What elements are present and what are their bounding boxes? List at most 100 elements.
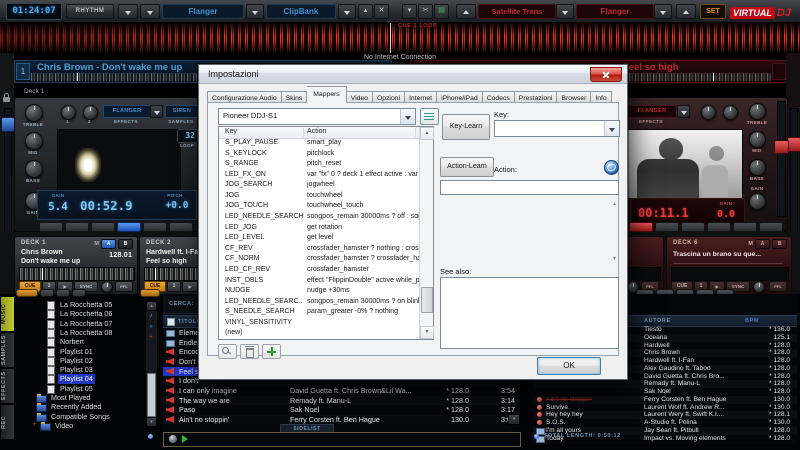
hotcue-button[interactable] [655, 222, 679, 232]
action-learn-button[interactable]: Action-Learn [440, 157, 494, 177]
speaker-icon[interactable]: ♪ [146, 312, 156, 320]
tree-item-playlist-02[interactable]: Playlist 02 [14, 356, 144, 365]
mid-knob[interactable] [749, 131, 766, 148]
automix-row[interactable]: Ain't no stoppin'Ferry Corsten ft. Ben H… [533, 396, 797, 404]
mapping-row[interactable]: LED_NEEDLE_SEARC...songpos_remain 30000m… [219, 297, 420, 308]
effect-select[interactable]: FLANGER [627, 105, 677, 118]
tree-item-la-rocchetta-06[interactable]: La Rocchetta 06 [14, 309, 144, 318]
assign-a-button[interactable]: A [755, 239, 770, 249]
mapping-row[interactable]: NUDGEnudge +30ms [219, 286, 420, 297]
pitch-fader-handle[interactable] [774, 140, 789, 154]
track-row[interactable]: PasoSak Noel* 128.03:17 [163, 405, 520, 415]
fx-knob-1[interactable] [61, 105, 76, 120]
close-icon[interactable] [590, 67, 622, 82]
mapping-row[interactable]: LED_FX_ONvar "fx" 0 ? deck 1 effect acti… [219, 170, 420, 181]
tree-item-compatible-songs[interactable]: Compatible Songs [14, 412, 144, 421]
window-shade-icon[interactable]: ▴ [358, 4, 373, 19]
key-combo[interactable] [494, 120, 620, 137]
tree-item-playlist-05[interactable]: Playlist 05 [14, 384, 144, 393]
hotcue-button[interactable] [759, 222, 783, 232]
key-column-header[interactable]: Key [225, 128, 237, 135]
mapping-row[interactable]: S_PLAY_PAUSEsmart_play [219, 138, 420, 149]
mini-deck-1[interactable]: DECK 1 M A B Chris Brown Don't wake me u… [14, 236, 138, 295]
hotcue-button[interactable] [707, 222, 731, 232]
mapping-row[interactable]: CF_REVcrossfader_hamster ? nothing : cro… [219, 244, 420, 255]
mini-deck-wave[interactable] [671, 267, 789, 281]
dropdown-arrow-icon[interactable] [556, 4, 574, 19]
mapping-scrollbar[interactable]: ▲ ▼ [419, 127, 433, 339]
automix-row[interactable]: Sak Noel* 128.0 [533, 388, 797, 396]
assign-b-button[interactable]: B [118, 239, 133, 249]
tree-option-dot[interactable] [148, 434, 153, 439]
hotcue-button-active[interactable] [629, 222, 653, 232]
hotcue-button[interactable] [39, 222, 63, 232]
tree-item-video[interactable]: +Video [14, 421, 144, 430]
fx-knob-2[interactable] [723, 105, 738, 120]
ok-button[interactable]: OK [537, 357, 601, 375]
sidelist-row[interactable] [163, 432, 521, 447]
sidebar-tab-samples[interactable]: SAMPLES [0, 332, 15, 368]
dropdown-arrow-icon[interactable] [118, 4, 138, 19]
tree-item-playlist-04[interactable]: Playlist 04 [14, 374, 144, 383]
automix-row[interactable]: Hey hey heyLaurent Wery ft. Swift K.I...… [533, 411, 797, 419]
track-row[interactable]: Ain't no stoppin'Ferry Corsten ft. Ben H… [163, 415, 520, 425]
mini-deck-wave[interactable] [19, 267, 135, 281]
mapper-list-icon[interactable] [420, 108, 439, 125]
tree-item-norbert[interactable]: Norbert [14, 337, 144, 346]
loop-length-box[interactable]: 32 [177, 129, 198, 143]
dialog-title-bar[interactable]: Impostazioni [199, 65, 627, 84]
clipbank-select[interactable]: ClipBank [266, 4, 336, 19]
bpm-column-header[interactable]: BPM [745, 318, 759, 324]
dropdown-arrow-icon[interactable] [400, 109, 415, 124]
sidebar-tab-effects[interactable]: EFFECTS [0, 368, 15, 404]
tree-item-recently-added[interactable]: Recently Added [14, 402, 144, 411]
scroll-thumb[interactable] [421, 287, 433, 313]
assign-b-button[interactable]: B [772, 239, 787, 249]
dropdown-arrow-icon[interactable] [604, 121, 619, 136]
treble-knob[interactable] [25, 104, 43, 122]
automix-row[interactable]: S.O.S.A-Studio ft. Polina* 130.0 [533, 419, 797, 427]
track-row[interactable]: I can only imagineDavid Guetta ft. Chris… [163, 386, 520, 396]
hotcue-button-active[interactable] [117, 222, 141, 232]
play-icon[interactable] [182, 435, 192, 443]
controller-select[interactable]: Pioneer DDJ-S1 [218, 108, 416, 125]
mid-knob[interactable] [25, 132, 43, 150]
hotcue-button[interactable] [91, 222, 115, 232]
browser-toolbar-button[interactable] [72, 289, 86, 297]
up-arrow-icon[interactable] [676, 4, 696, 19]
scroll-down-icon[interactable]: ▼ [508, 414, 520, 425]
dropdown-arrow-icon[interactable] [677, 105, 690, 118]
mapping-row[interactable]: S_RANGEpitch_reset [219, 159, 420, 170]
tree-item-la-rocchetta-07[interactable]: La Rocchetta 07 [14, 319, 144, 328]
mapping-row[interactable]: LED_CF_REVcrossfader_hamster [219, 265, 420, 276]
action-column-header[interactable]: Action [307, 128, 326, 135]
mapping-row[interactable]: LED_LEVELget level [219, 233, 420, 244]
bass-knob[interactable] [749, 159, 766, 176]
track-row[interactable]: The way we areRemady ft. Manu-L* 128.03:… [163, 396, 520, 406]
search-mapping-button[interactable] [218, 344, 237, 359]
autore-column-header[interactable]: AUTORE [644, 318, 671, 324]
hotcue-button[interactable] [143, 222, 167, 232]
automix-row[interactable]: SurviveLaurent Wolf ft. Andrew R...* 130… [533, 404, 797, 412]
mapping-row[interactable]: CF_NORMcrossfader_hamster ? crossfader_h… [219, 254, 420, 265]
browser-toolbar-button[interactable] [56, 289, 70, 297]
mapping-row[interactable]: LED_JOGget rotation [219, 223, 420, 234]
volume-fader-right[interactable] [790, 108, 798, 240]
expander-icon[interactable]: + [33, 421, 37, 430]
scroll-down-icon[interactable]: ▾ [613, 255, 616, 262]
dropdown-arrow-icon[interactable] [338, 4, 356, 19]
see-also-listbox[interactable] [440, 277, 619, 349]
tree-item-la-rocchetta-08[interactable]: La Rocchetta 08 [14, 328, 144, 337]
hotcue-button[interactable] [65, 222, 89, 232]
bass-knob[interactable] [25, 160, 43, 178]
mapping-row[interactable]: LED_NEEDLE_SEARCHsongpos_remain 30000ms … [219, 212, 420, 223]
action-input[interactable] [440, 180, 619, 195]
mapping-row[interactable]: INST_DBLSeffect "FlippinDouble" active w… [219, 276, 420, 287]
hotcue-button[interactable] [681, 222, 705, 232]
assign-a-button[interactable]: A [101, 239, 116, 249]
window-icon[interactable]: ▤ [434, 4, 449, 19]
dropdown-arrow-icon[interactable] [654, 4, 672, 19]
dropdown-arrow-icon[interactable] [140, 4, 160, 19]
mapping-row[interactable]: S_KEYLOCKpitchlock [219, 149, 420, 160]
gain-knob[interactable] [749, 193, 766, 210]
